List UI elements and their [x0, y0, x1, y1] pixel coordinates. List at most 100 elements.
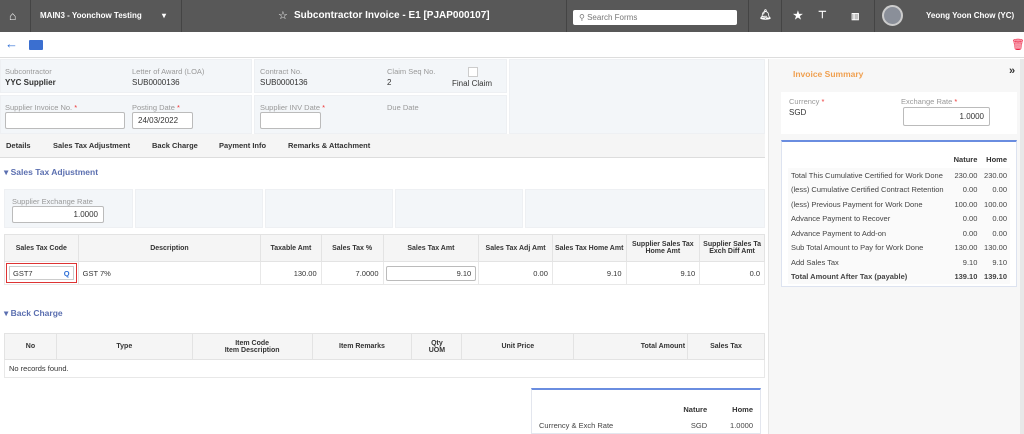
column-header: Supplier Sales Ta Exch Diff Amt [699, 234, 765, 262]
tab-details[interactable]: Details [6, 134, 31, 158]
summary-label: Advance Payment to Recover [788, 211, 950, 226]
taxable-amt-cell: 130.00 [260, 261, 322, 285]
column-header: Description [77, 234, 262, 262]
tab-bar: Details Sales Tax Adjustment Back Charge… [0, 134, 765, 158]
scrollbar[interactable] [1020, 59, 1024, 434]
supplier-exchange-rate-label: Supplier Exchange Rate [12, 197, 93, 206]
caret-down-icon: ▾ [4, 308, 11, 318]
user-name[interactable]: Yeong Yoon Chow (YC) [926, 0, 1014, 32]
exch-diff-cell: 0.0 [699, 261, 765, 285]
column-header: Sales Tax [687, 333, 765, 360]
supplier-exchange-rate-input[interactable]: 1.0000 [12, 206, 104, 223]
supplier-invoice-input[interactable] [5, 112, 125, 129]
back-charge-section-header[interactable]: ▾ Back Charge [4, 308, 63, 319]
back-charge-summary: Nature Home Currency & Exch Rate SGD 1.0000 [531, 388, 761, 434]
invoice-summary-title: Invoice Summary [793, 69, 864, 79]
summary-nature: 100.00 [950, 197, 981, 212]
nature-header: Nature [953, 154, 978, 164]
chart-icon[interactable]: ▥ [851, 0, 860, 32]
supplier-invoice-label: Supplier Invoice No. * [5, 103, 78, 112]
tab-sales-tax-adjustment[interactable]: Sales Tax Adjustment [53, 134, 130, 158]
summary-row: Advance Payment to Add-on 0.00 0.00 [788, 226, 1010, 241]
column-header: Total Amount [573, 333, 689, 360]
contract-label: Contract No. [260, 67, 303, 76]
column-header: Sales Tax Adj Amt [478, 234, 553, 262]
column-header: No [4, 333, 57, 360]
tab-remarks-attachment[interactable]: Remarks & Attachment [288, 134, 370, 158]
summary-home: 1.0000 [730, 420, 753, 430]
company-selector[interactable]: MAIN3 - Yoonchow Testing [40, 0, 142, 32]
loa-value: SUB0000136 [132, 78, 180, 87]
invoice-summary-panel: Invoice Summary » Currency * SGD Exchang… [768, 59, 1024, 434]
summary-row: Sub Total Amount to Pay for Work Done 130… [788, 240, 1010, 255]
avatar[interactable] [882, 5, 903, 26]
header-panel [509, 59, 765, 134]
column-header: Sales Tax % [320, 234, 384, 262]
page-title: Subcontractor Invoice - E1 [PJAP000107] [294, 10, 490, 21]
summary-home: 230.00 [980, 168, 1010, 183]
posting-date-input[interactable]: 24/03/2022 [132, 112, 193, 129]
star-icon[interactable]: ★ [793, 0, 803, 32]
final-claim-checkbox[interactable] [468, 67, 478, 77]
column-header: Item Remarks [311, 333, 413, 360]
summary-row: Total Amount After Tax (payable) 139.10 13… [788, 269, 1010, 284]
nature-header: Nature [683, 404, 708, 414]
exchange-panel [135, 189, 263, 228]
sales-tax-code-field[interactable]: GST7 Q [6, 263, 77, 283]
column-header: Unit Price [461, 333, 575, 360]
toolbar: ← 🗑︎ [0, 32, 1024, 58]
caret-down-icon: ▾ [4, 167, 11, 177]
exchange-rate-input[interactable]: 1.0000 [903, 107, 990, 126]
subcontractor-label: Subcontractor [5, 67, 52, 76]
summary-nature: SGD [690, 420, 708, 430]
tab-back-charge[interactable]: Back Charge [152, 134, 198, 158]
bell-icon[interactable]: 🔔︎ [759, 0, 772, 32]
summary-nature: 230.00 [950, 168, 981, 183]
summary-nature: 0.00 [950, 211, 981, 226]
contract-value: SUB0000136 [260, 78, 308, 87]
summary-label: (less) Previous Payment for Work Done [788, 197, 950, 212]
star-outline-icon[interactable]: ☆ [278, 0, 288, 32]
column-header: Sales Tax Home Amt [551, 234, 627, 262]
currency-label: Currency * [789, 97, 825, 106]
trash-icon[interactable]: 🗑︎ [1011, 38, 1024, 51]
posting-date-label: Posting Date * [132, 103, 180, 112]
pin-icon[interactable]: ⊤ [818, 0, 827, 32]
sales-tax-section-header[interactable]: ▾ Sales Tax Adjustment [4, 167, 98, 178]
chevron-down-icon[interactable]: ▾ [162, 0, 166, 32]
tab-payment-info[interactable]: Payment Info [219, 134, 266, 158]
column-header: Taxable Amt [260, 234, 322, 262]
currency-panel: Currency * SGD Exchange Rate * 1.0000 [781, 92, 1017, 134]
summary-label: Total This Cumulative Certified for Work… [788, 168, 950, 183]
exchange-panel [265, 189, 393, 228]
currency-value: SGD [789, 108, 807, 117]
home-header: Home [986, 154, 1007, 164]
summary-row: Total This Cumulative Certified for Work… [788, 168, 1010, 183]
adj-amt-cell: 0.00 [478, 261, 553, 285]
summary-home: 0.00 [980, 182, 1010, 197]
home-icon[interactable]: ⌂ [9, 0, 16, 32]
claim-label: Claim Seq No. [387, 67, 436, 76]
sales-tax-amt-input[interactable]: 9.10 [385, 265, 477, 281]
column-header: Sales Tax Amt [382, 234, 480, 262]
summary-row: (less) Cumulative Certified Contract Ret… [788, 182, 1010, 197]
search-input[interactable]: ⚲ Search Forms [573, 10, 737, 25]
supplier-inv-date-input[interactable] [260, 112, 321, 129]
exchange-panel [395, 189, 523, 228]
due-date-label: Due Date [387, 103, 419, 112]
summary-row: Add Sales Tax 9.10 9.10 [788, 255, 1010, 270]
empty-message: No records found. [4, 359, 765, 378]
column-header: Qty UOM [411, 333, 463, 360]
summary-label: Advance Payment to Add-on [788, 226, 950, 241]
collapse-icon[interactable]: » [1009, 65, 1015, 77]
summary-home: 100.00 [980, 197, 1010, 212]
subcontractor-value: YYC Supplier [5, 78, 56, 87]
summary-home: 0.00 [980, 226, 1010, 241]
save-icon[interactable] [29, 40, 43, 50]
home-header: Home [732, 404, 753, 414]
search-icon[interactable]: Q [64, 267, 70, 280]
summary-home: 0.00 [980, 211, 1010, 226]
summary-row: Advance Payment to Recover 0.00 0.00 [788, 211, 1010, 226]
back-arrow-icon[interactable]: ← [5, 36, 18, 51]
summary-nature: 0.00 [950, 182, 981, 197]
